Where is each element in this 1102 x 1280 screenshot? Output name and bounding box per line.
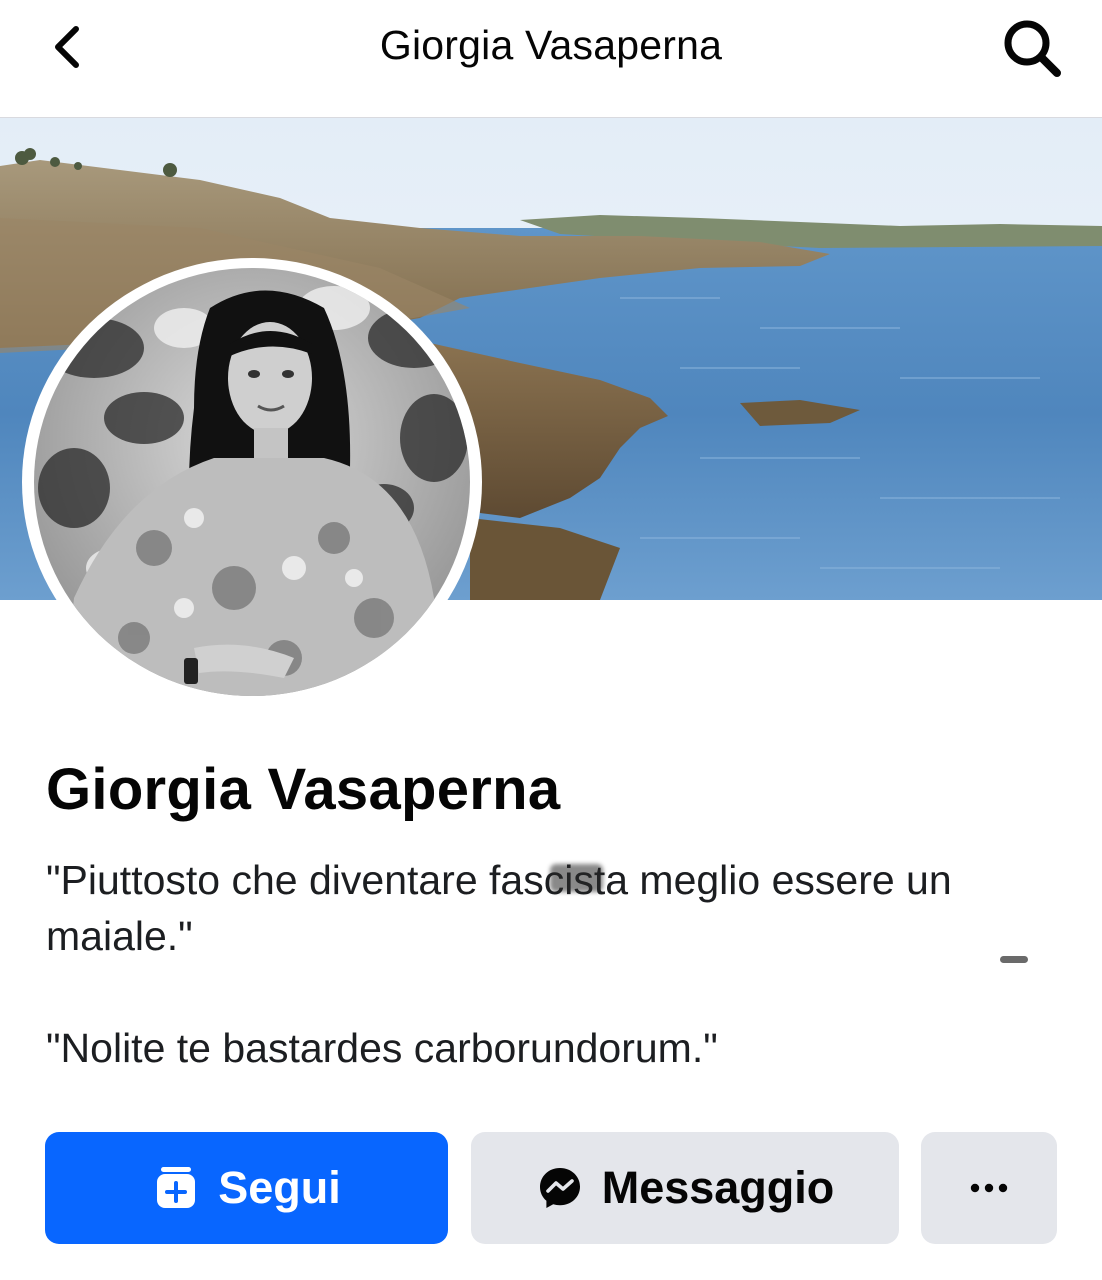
screen-smudge: [1000, 956, 1028, 963]
profile-avatar[interactable]: [34, 268, 470, 696]
search-icon: [1004, 20, 1061, 77]
messenger-icon: [536, 1164, 584, 1212]
redacted-text: cist: [544, 852, 606, 908]
profile-bio: "Piuttosto che diventare fascista meglio…: [46, 852, 1066, 1076]
bio-quote-1: "Piuttosto che diventare fascista meglio…: [46, 852, 1066, 964]
search-button[interactable]: [998, 16, 1068, 80]
back-button[interactable]: [40, 20, 94, 74]
bio-quote-1-start: "Piuttosto che diventare fas: [46, 857, 544, 903]
follow-button[interactable]: Segui: [45, 1132, 448, 1244]
page-title: Giorgia Vasaperna: [379, 22, 723, 68]
follow-button-label: Segui: [218, 1162, 341, 1213]
bio-quote-2: "Nolite te bastardes carborundorum.": [46, 1025, 718, 1071]
more-options-button[interactable]: [921, 1132, 1057, 1244]
top-navigation-bar: Giorgia Vasaperna: [0, 0, 1102, 118]
more-dots-icon: [970, 1183, 1008, 1193]
follow-plus-icon: [152, 1164, 200, 1212]
chevron-left-icon: [55, 26, 79, 68]
message-button[interactable]: Messaggio: [471, 1132, 899, 1244]
message-button-label: Messaggio: [601, 1162, 835, 1213]
profile-name: Giorgia Vasaperna: [46, 757, 561, 822]
